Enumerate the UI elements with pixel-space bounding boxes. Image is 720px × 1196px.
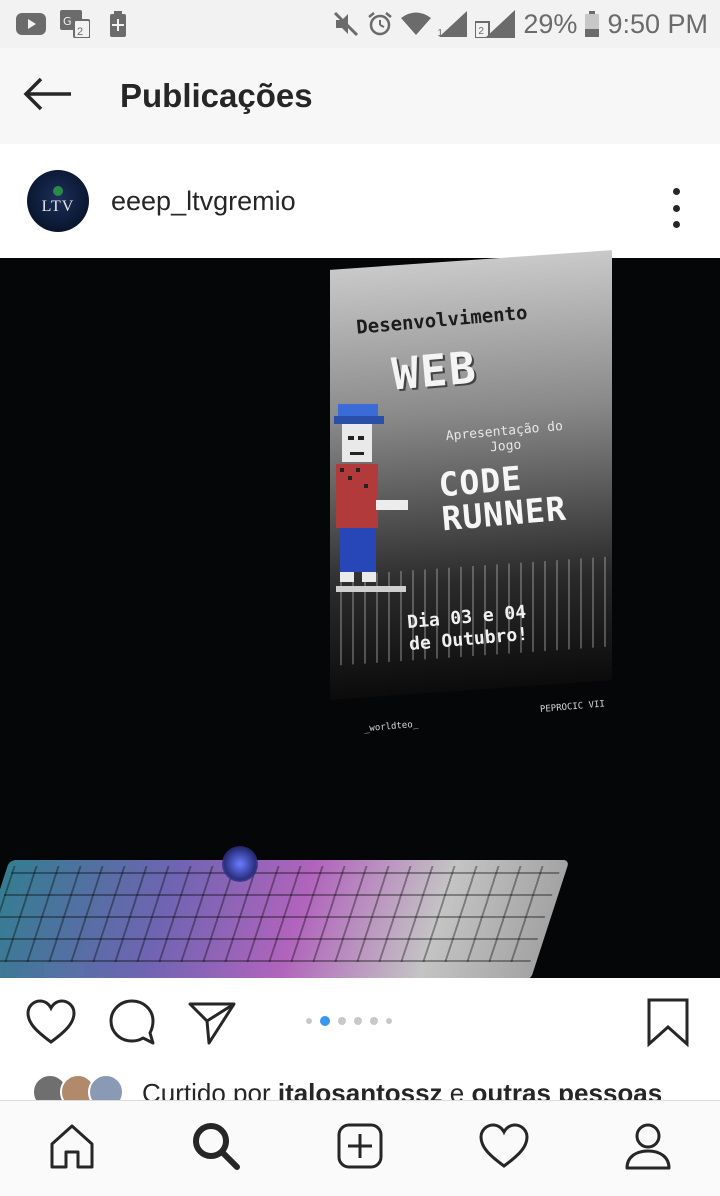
search-icon [191,1121,241,1176]
profile-icon [624,1121,672,1176]
mute-icon [333,11,359,37]
liked-others[interactable]: outras pessoas [471,1078,662,1102]
more-options-button[interactable] [666,188,686,228]
avatar-logo-text: LTV [41,198,75,215]
liked-by-text: Curtido por italosantossz e outras pesso… [142,1078,662,1102]
battery-percent: 29% [523,8,578,39]
sim2-badge: 2 [478,26,484,37]
liked-middle: e [442,1078,472,1102]
carousel-indicator [306,1016,392,1026]
activity-heart-icon [479,1123,529,1174]
like-button[interactable] [23,996,79,1052]
home-icon [48,1122,96,1175]
sim1-badge: 1 [437,28,443,39]
liker-avatar [88,1074,124,1102]
liked-prefix: Curtido por [142,1078,278,1102]
status-bar: G 2 1 2 29% 9:50 PM [0,0,720,48]
bottom-navigation [0,1100,720,1196]
more-vertical-icon [672,188,680,195]
carousel-dot [370,1017,378,1025]
nav-new-post[interactable] [328,1117,392,1181]
carousel-dot [386,1018,392,1024]
carousel-dot [354,1017,362,1025]
share-icon [187,999,237,1050]
app-header: Publicações [0,48,720,144]
bookmark-icon [646,997,690,1052]
liker-avatars [32,1074,132,1102]
post-image[interactable] [0,258,720,978]
avatar[interactable]: LTV [27,170,89,232]
save-button[interactable] [640,996,696,1052]
heart-icon [26,998,76,1050]
post-header: LTV eeep_ltvgremio [0,144,720,258]
comment-button[interactable] [104,996,160,1052]
clock: 9:50 PM [607,8,708,39]
post-username[interactable]: eeep_ltvgremio [111,186,296,217]
more-dot [672,204,680,212]
comment-icon [107,997,157,1052]
avatar-emblem [53,186,63,196]
battery-saver-icon [110,11,127,37]
nav-activity[interactable] [472,1117,536,1181]
notif-badge: 2 [77,26,84,38]
nav-profile[interactable] [616,1117,680,1181]
more-dot [672,221,680,228]
page-title: Publicações [120,77,313,114]
wifi-icon [401,12,432,36]
signal-sim1-icon: 1 [437,11,468,39]
back-button[interactable] [0,48,96,144]
carousel-dot-active [320,1016,330,1026]
nav-home[interactable] [40,1117,104,1181]
carousel-dot [338,1017,346,1025]
youtube-icon [16,13,46,35]
carousel-dot [306,1018,312,1024]
battery-icon [585,11,600,37]
svg-text:G: G [63,15,72,28]
liked-user[interactable]: italosantossz [278,1078,443,1102]
add-post-icon [336,1122,384,1175]
arrow-left-icon [23,77,73,116]
translate-notification-icon: G 2 [60,10,96,38]
alarm-icon [367,11,393,37]
share-button[interactable] [184,996,240,1052]
speaker-device [44,964,84,978]
signal-sim2-icon: 2 [475,10,516,38]
nav-search[interactable] [184,1117,248,1181]
liked-by-row[interactable]: Curtido por italosantossz e outras pesso… [0,1068,720,1102]
